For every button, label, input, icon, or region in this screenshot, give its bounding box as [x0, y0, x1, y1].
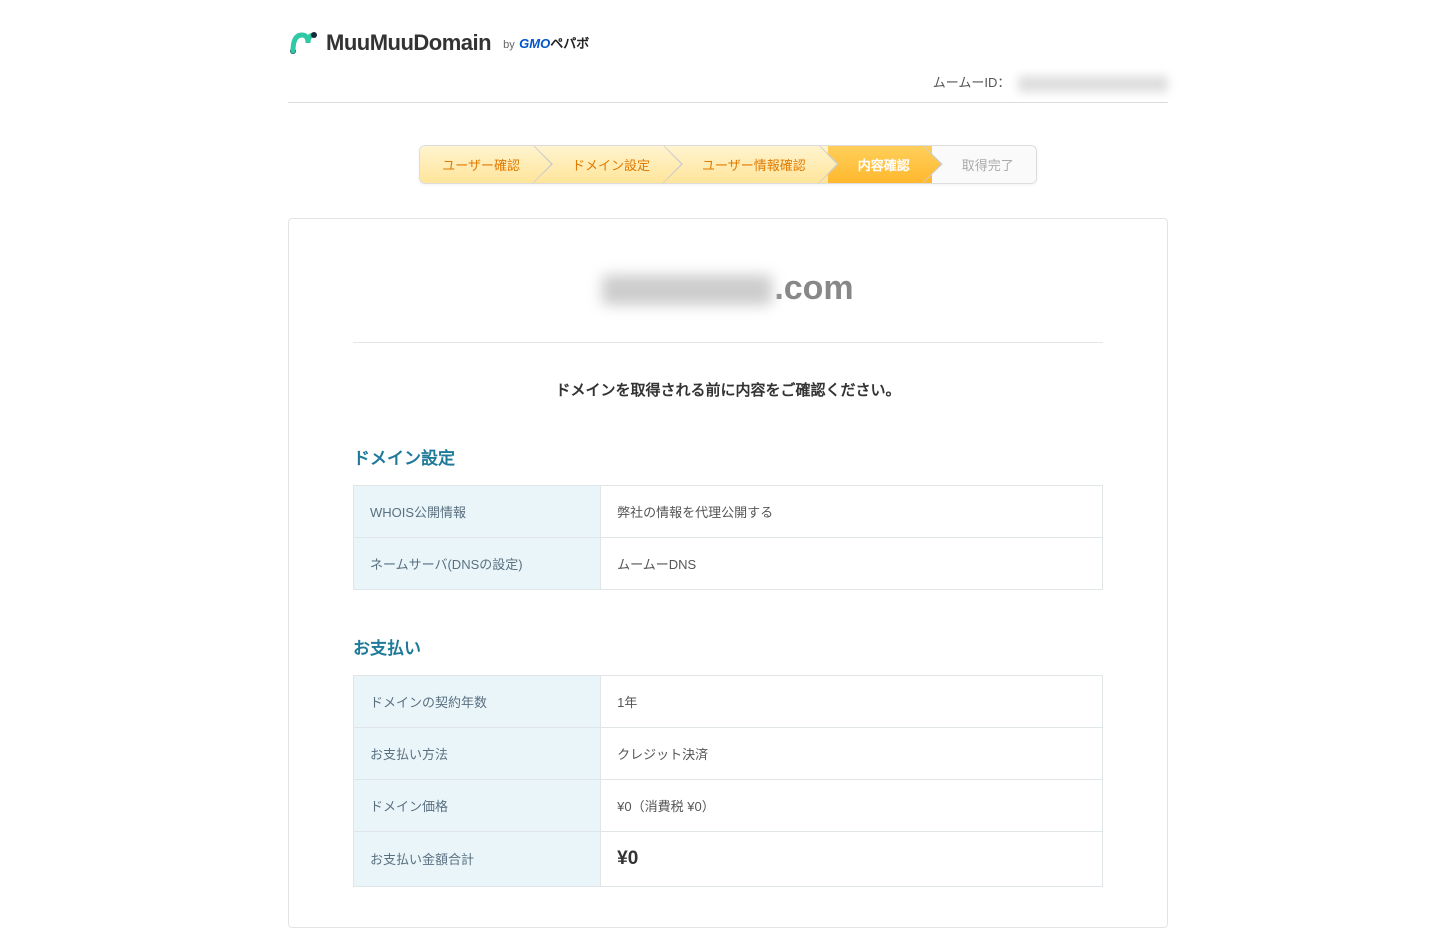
muumuu-logo-icon: [288, 28, 318, 58]
whois-value: 弊社の情報を代理公開する: [601, 485, 1103, 537]
total-value: ¥0: [601, 831, 1103, 886]
payment-table: ドメインの契約年数 1年 お支払い方法 クレジット決済 ドメイン価格 ¥0（消費…: [353, 675, 1103, 887]
progress-steps: ユーザー確認 ドメイン設定 ユーザー情報確認 内容確認 取得完了: [288, 115, 1168, 218]
contract-years-value: 1年: [601, 675, 1103, 727]
logo[interactable]: MuuMuuDomain by GMOペパボ: [288, 28, 1168, 58]
step-acquisition-complete: 取得完了: [932, 146, 1036, 183]
domain-price-label: ドメイン価格: [354, 779, 601, 831]
domain-name-blurred: [602, 275, 772, 305]
header: MuuMuuDomain by GMOペパボ ムームーID：: [288, 0, 1168, 115]
payment-method-value: クレジット決済: [601, 727, 1103, 779]
table-row: お支払い金額合計 ¥0: [354, 831, 1103, 886]
whois-label: WHOIS公開情報: [354, 485, 601, 537]
domain-title: .com: [319, 269, 1137, 308]
step-user-confirm: ユーザー確認: [420, 146, 542, 183]
domain-price-value: ¥0（消費税 ¥0）: [601, 779, 1103, 831]
header-divider: [288, 102, 1168, 103]
section-title-payment: お支払い: [353, 634, 1103, 659]
title-divider: [353, 342, 1103, 343]
contract-years-label: ドメインの契約年数: [354, 675, 601, 727]
table-row: ドメインの契約年数 1年: [354, 675, 1103, 727]
instruction-text: ドメインを取得される前に内容をご確認ください。: [319, 379, 1137, 400]
logo-suffix: by GMOペパボ: [499, 33, 589, 53]
total-label: お支払い金額合計: [354, 831, 601, 886]
confirmation-card: .com ドメインを取得される前に内容をご確認ください。 ドメイン設定 WHOI…: [288, 218, 1168, 928]
section-title-domain-settings: ドメイン設定: [353, 444, 1103, 469]
table-row: お支払い方法 クレジット決済: [354, 727, 1103, 779]
step-user-info-confirm: ユーザー情報確認: [672, 146, 828, 183]
table-row: ドメイン価格 ¥0（消費税 ¥0）: [354, 779, 1103, 831]
step-content-confirm: 内容確認: [828, 146, 932, 183]
user-id-row: ムームーID：: [288, 58, 1168, 102]
nameserver-label: ネームサーバ(DNSの設定): [354, 537, 601, 589]
logo-text: MuuMuuDomain: [326, 30, 491, 56]
domain-settings-table: WHOIS公開情報 弊社の情報を代理公開する ネームサーバ(DNSの設定) ムー…: [353, 485, 1103, 590]
payment-method-label: お支払い方法: [354, 727, 601, 779]
domain-tld: .com: [774, 269, 853, 307]
step-domain-settings: ドメイン設定: [542, 146, 672, 183]
table-row: ネームサーバ(DNSの設定) ムームーDNS: [354, 537, 1103, 589]
user-id-label: ムームーID：: [933, 75, 1011, 90]
nameserver-value: ムームーDNS: [601, 537, 1103, 589]
table-row: WHOIS公開情報 弊社の情報を代理公開する: [354, 485, 1103, 537]
user-id-value: [1018, 76, 1168, 92]
